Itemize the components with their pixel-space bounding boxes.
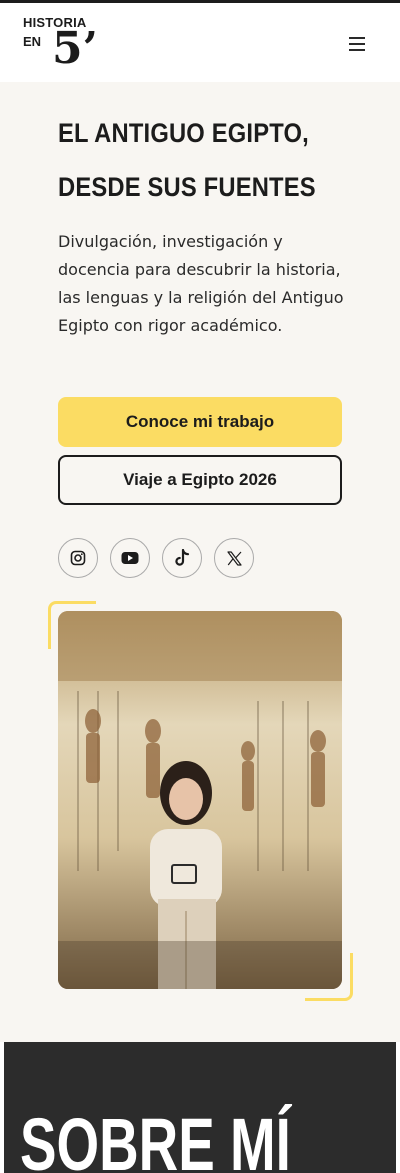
conoce-mi-trabajo-button[interactable]: Conoce mi trabajo xyxy=(58,397,342,447)
instagram-icon[interactable] xyxy=(58,538,98,578)
youtube-icon[interactable] xyxy=(110,538,150,578)
profile-photo-frame xyxy=(48,601,353,1001)
about-section: SOBRE MÍ xyxy=(4,1042,396,1173)
hamburger-menu-icon[interactable] xyxy=(347,36,369,52)
viaje-egipto-button[interactable]: Viaje a Egipto 2026 xyxy=(58,455,342,505)
hero-title: EL ANTIGUO EGIPTO, DESDE SUS FUENTES xyxy=(58,106,322,214)
about-title: SOBRE MÍ xyxy=(20,1103,291,1173)
hero-section: EL ANTIGUO EGIPTO, DESDE SUS FUENTES Div… xyxy=(0,82,400,1042)
site-logo[interactable]: HISTORIA EN 5’ xyxy=(23,15,133,75)
x-icon[interactable] xyxy=(214,538,254,578)
site-header: HISTORIA EN 5’ xyxy=(0,3,400,82)
hero-description: Divulgación, investigación y docencia pa… xyxy=(58,232,344,335)
logo-line2: EN xyxy=(23,34,42,49)
tiktok-icon[interactable] xyxy=(162,538,202,578)
profile-photo xyxy=(58,611,342,989)
hero-title-line1: EL ANTIGUO EGIPTO, xyxy=(58,118,309,148)
hero-title-line2: DESDE SUS FUENTES xyxy=(58,172,316,202)
logo-mark: 5’ xyxy=(52,23,98,74)
